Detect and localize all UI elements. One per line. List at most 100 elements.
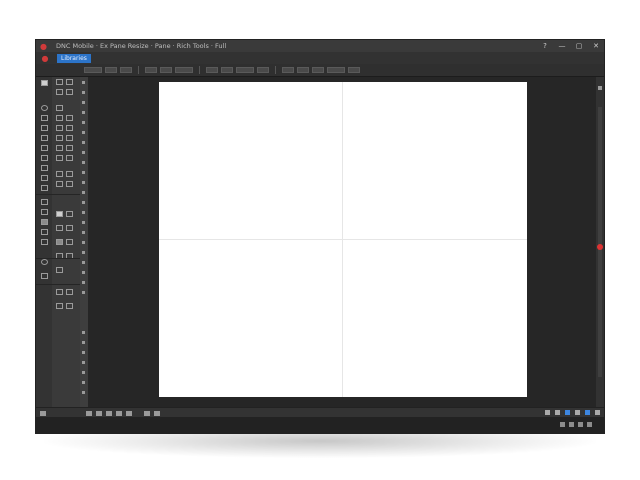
panel-icon[interactable] — [66, 79, 73, 85]
red-dot-icon[interactable] — [597, 244, 603, 250]
panel-icon[interactable] — [66, 303, 73, 309]
panel-icon[interactable] — [66, 155, 73, 161]
option-button[interactable] — [84, 67, 102, 73]
panel-icon[interactable] — [56, 105, 63, 111]
minimize-icon[interactable]: — — [558, 40, 566, 52]
panel-icon[interactable] — [66, 125, 73, 131]
tool-dot-icon[interactable] — [82, 381, 85, 384]
option-button[interactable] — [145, 67, 157, 73]
status-icon[interactable] — [144, 410, 150, 416]
footer-icon[interactable] — [560, 422, 565, 427]
panel-icon[interactable] — [56, 89, 63, 95]
option-button[interactable] — [221, 67, 233, 73]
tool-dot-icon[interactable] — [82, 121, 85, 124]
text-tool-icon[interactable] — [41, 175, 48, 181]
tool-dot-icon[interactable] — [82, 331, 85, 334]
pen-tool-icon[interactable] — [41, 165, 48, 171]
panel-icon[interactable] — [56, 125, 63, 131]
panel-icon[interactable] — [66, 145, 73, 151]
tool-dot-icon[interactable] — [82, 341, 85, 344]
tool-dot-icon[interactable] — [82, 291, 85, 294]
brush-tool-icon[interactable] — [41, 145, 48, 151]
panel-icon[interactable] — [56, 303, 63, 309]
help-icon[interactable]: ? — [541, 40, 549, 52]
status-icon[interactable] — [154, 410, 160, 416]
tool-dot-icon[interactable] — [82, 101, 85, 104]
panel-icon[interactable] — [56, 155, 63, 161]
status-icon[interactable] — [585, 410, 590, 415]
eraser-tool-icon[interactable] — [41, 155, 48, 161]
tool-dot-icon[interactable] — [82, 281, 85, 284]
panel-icon[interactable] — [66, 171, 73, 177]
marquee-tool-icon[interactable] — [41, 115, 48, 121]
vertical-scrollbar[interactable] — [596, 77, 604, 407]
menu-tab-libraries[interactable]: Libraries — [57, 53, 91, 63]
panel-icon[interactable] — [56, 145, 63, 151]
footer-icon[interactable] — [569, 422, 574, 427]
status-icon[interactable] — [116, 410, 122, 416]
menu-logo-icon[interactable]: ● — [41, 54, 49, 63]
panel-icon[interactable] — [56, 171, 63, 177]
crop-tool-icon[interactable] — [41, 135, 48, 141]
tool-dot-icon[interactable] — [82, 261, 85, 264]
panel-icon[interactable] — [56, 267, 63, 273]
status-icon[interactable] — [575, 410, 580, 415]
panel-icon[interactable] — [66, 225, 73, 231]
color-swatch-icon[interactable] — [41, 259, 48, 265]
tool-dot-icon[interactable] — [82, 251, 85, 254]
lasso-tool-icon[interactable] — [41, 125, 48, 131]
gradient-tool-icon[interactable] — [41, 229, 48, 235]
status-icon[interactable] — [555, 410, 560, 415]
scrollbar-thumb[interactable] — [598, 107, 602, 377]
tool-dot-icon[interactable] — [82, 241, 85, 244]
tool-dot-icon[interactable] — [82, 211, 85, 214]
status-icon[interactable] — [86, 410, 92, 416]
panel-icon[interactable] — [56, 289, 63, 295]
horizontal-guide[interactable] — [159, 239, 527, 240]
tool-dot-icon[interactable] — [82, 271, 85, 274]
hand-tool-icon[interactable] — [41, 199, 48, 205]
panel-icon[interactable] — [66, 115, 73, 121]
tool-dot-icon[interactable] — [82, 131, 85, 134]
option-button[interactable] — [236, 67, 254, 73]
ellipse-tool-icon[interactable] — [41, 105, 48, 111]
status-icon[interactable] — [96, 410, 102, 416]
tool-dot-icon[interactable] — [82, 391, 85, 394]
tool-dot-icon[interactable] — [82, 151, 85, 154]
mask-tool-icon[interactable] — [41, 273, 48, 279]
shape-tool-icon[interactable] — [41, 185, 48, 191]
panel-icon[interactable] — [56, 225, 63, 231]
status-icon[interactable] — [126, 410, 132, 416]
option-button[interactable] — [282, 67, 294, 73]
tool-dot-icon[interactable] — [82, 111, 85, 114]
panel-icon[interactable] — [56, 181, 63, 187]
tool-dot-icon[interactable] — [82, 181, 85, 184]
fill-tool-icon[interactable] — [41, 219, 48, 225]
tool-dot-icon[interactable] — [82, 231, 85, 234]
panel-icon[interactable] — [56, 79, 63, 85]
option-button[interactable] — [206, 67, 218, 73]
tool-dot-icon[interactable] — [82, 171, 85, 174]
panel-icon[interactable] — [56, 135, 63, 141]
status-icon[interactable] — [106, 410, 112, 416]
footer-icon[interactable] — [587, 422, 592, 427]
status-icon[interactable] — [565, 410, 570, 415]
tool-dot-icon[interactable] — [82, 221, 85, 224]
panel-icon[interactable] — [56, 239, 63, 245]
panel-toggle-icon[interactable] — [598, 86, 602, 90]
picker-tool-icon[interactable] — [41, 239, 48, 245]
tool-dot-icon[interactable] — [82, 91, 85, 94]
option-button[interactable] — [348, 67, 360, 73]
option-button[interactable] — [175, 67, 193, 73]
panel-icon[interactable] — [56, 211, 63, 217]
panel-icon[interactable] — [56, 115, 63, 121]
tool-dot-icon[interactable] — [82, 201, 85, 204]
tool-dot-icon[interactable] — [82, 141, 85, 144]
option-button[interactable] — [160, 67, 172, 73]
option-button[interactable] — [257, 67, 269, 73]
tool-dot-icon[interactable] — [82, 361, 85, 364]
option-button[interactable] — [312, 67, 324, 73]
tool-dot-icon[interactable] — [82, 191, 85, 194]
tool-dot-icon[interactable] — [82, 351, 85, 354]
option-button[interactable] — [327, 67, 345, 73]
